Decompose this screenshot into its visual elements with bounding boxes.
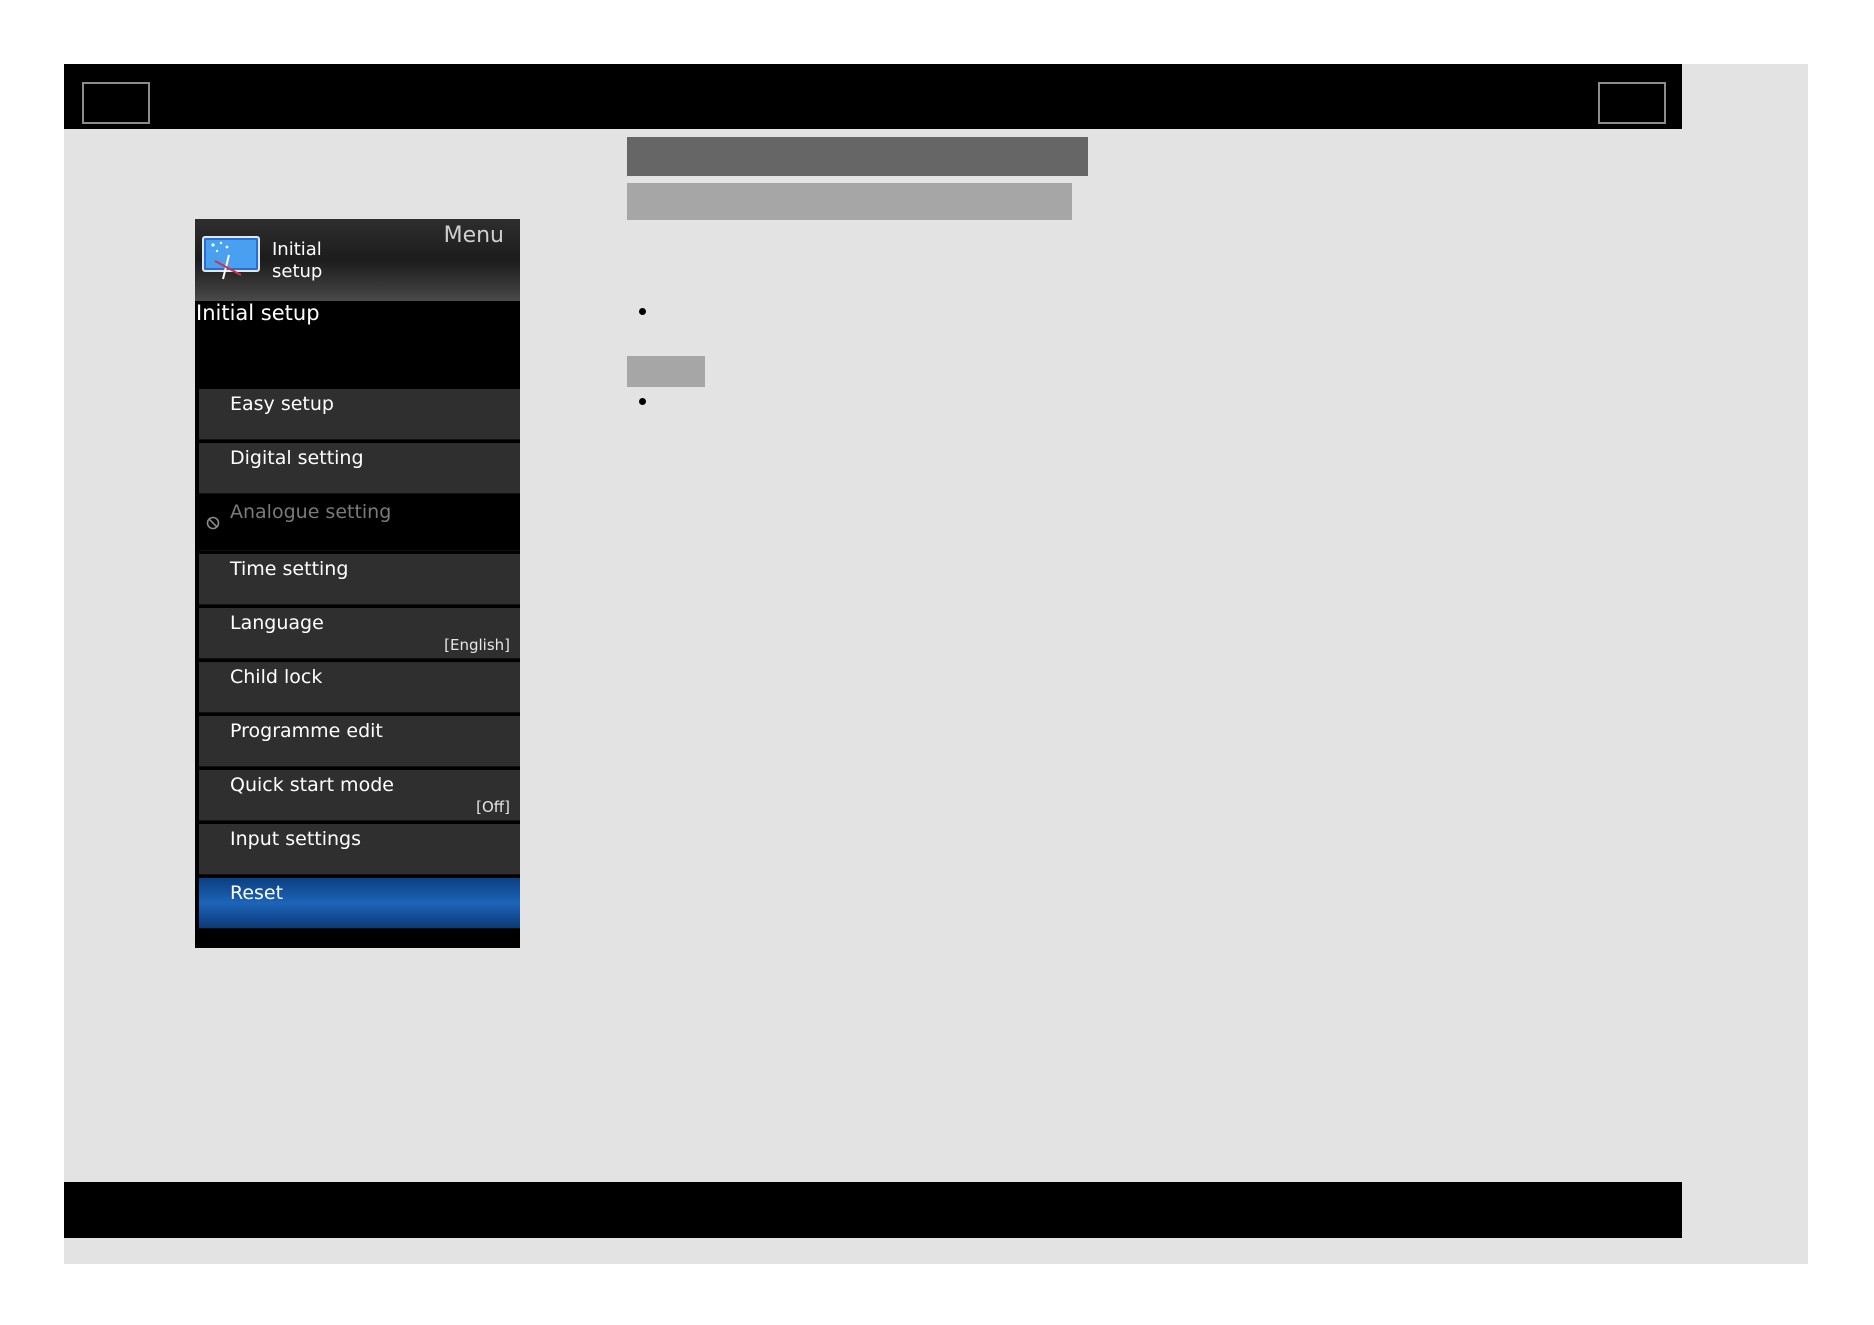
menu-item-value: [Off] bbox=[476, 798, 510, 816]
note-label-box bbox=[627, 356, 705, 387]
menu-item-label: Analogue setting bbox=[230, 501, 392, 523]
section-title: Initial setup bbox=[196, 301, 320, 325]
menu-item-label: Reset bbox=[230, 882, 284, 904]
subheading-bar bbox=[627, 183, 1072, 220]
menu-header-label: Initial setup bbox=[272, 239, 323, 282]
menu-item-label: Language bbox=[230, 612, 324, 634]
menu-item-label: Input settings bbox=[230, 828, 362, 850]
menu-item-child-lock[interactable]: Child lock bbox=[199, 662, 520, 713]
menu-item-label: Digital setting bbox=[230, 447, 364, 469]
previous-page-button[interactable] bbox=[82, 82, 150, 124]
menu-header: Initial setup Menu bbox=[195, 219, 520, 301]
bullet-point bbox=[639, 308, 646, 315]
menu-item-label: Easy setup bbox=[230, 393, 334, 415]
menu-item-input-settings[interactable]: Input settings bbox=[199, 824, 520, 875]
bottom-bar bbox=[64, 1182, 1682, 1238]
menu-item-reset[interactable]: Reset bbox=[199, 878, 520, 929]
next-page-button[interactable] bbox=[1598, 82, 1666, 124]
menu-item-digital-setting[interactable]: Digital setting bbox=[199, 443, 520, 494]
menu-item-label: Quick start mode bbox=[230, 774, 394, 796]
prohibited-icon bbox=[206, 516, 220, 530]
tv-menu-panel: Initial setup Menu Initial setup Easy se… bbox=[195, 219, 520, 948]
menu-item-analogue-setting: Analogue setting bbox=[199, 497, 520, 551]
tv-setup-icon bbox=[202, 236, 260, 280]
menu-item-language[interactable]: Language [English] bbox=[199, 608, 520, 659]
menu-item-label: Programme edit bbox=[230, 720, 383, 742]
section-heading-bar bbox=[627, 137, 1088, 176]
menu-item-easy-setup[interactable]: Easy setup bbox=[199, 389, 520, 440]
menu-title: Menu bbox=[443, 223, 504, 248]
menu-item-quick-start-mode[interactable]: Quick start mode [Off] bbox=[199, 770, 520, 821]
menu-item-list: Easy setup Digital setting Analogue sett… bbox=[199, 389, 520, 932]
menu-item-programme-edit[interactable]: Programme edit bbox=[199, 716, 520, 767]
bullet-point bbox=[639, 398, 646, 405]
menu-item-label: Child lock bbox=[230, 666, 323, 688]
top-bar bbox=[64, 64, 1682, 129]
menu-item-value: [English] bbox=[444, 636, 510, 654]
menu-item-time-setting[interactable]: Time setting bbox=[199, 554, 520, 605]
menu-item-label: Time setting bbox=[230, 558, 349, 580]
